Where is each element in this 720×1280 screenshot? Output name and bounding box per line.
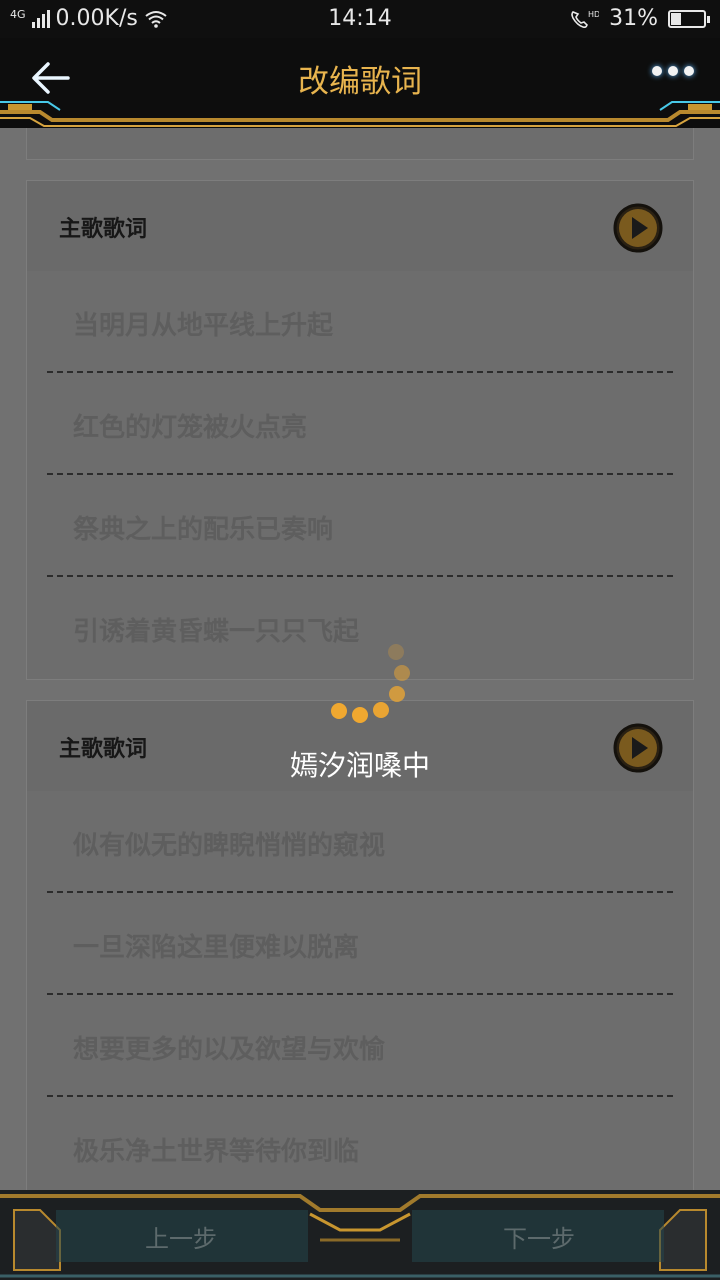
lyric-text: 当明月从地平线上升起 [73, 311, 334, 341]
lyric-line[interactable]: 极乐净土世界等待你到临 [47, 1097, 673, 1198]
lyrics-section-card: 主歌歌词 当明月从地平线上升起 红色的灯笼被火点亮 祭典之上的配乐已奏响 引诱着… [26, 180, 694, 680]
footer-nav: 上一步 下一步 [0, 1190, 720, 1280]
lyric-line[interactable]: 红色的灯笼被火点亮 [47, 373, 673, 475]
page-title: 改编歌词 [298, 64, 422, 100]
lyric-text: 一旦深陷这里便难以脱离 [73, 933, 360, 963]
hd-badge: HD [588, 10, 599, 19]
prev-step-button[interactable]: 上一步 [56, 1214, 306, 1258]
loading-text: 嫣汐润嗓中 [289, 749, 430, 782]
lyric-line[interactable]: 想要更多的以及欲望与欢愉 [47, 995, 673, 1097]
phone-hd-icon: HD [571, 10, 599, 28]
app-header: 改编歌词 [0, 38, 720, 128]
lyric-text: 想要更多的以及欲望与欢愉 [73, 1035, 386, 1065]
loading-spinner-icon [320, 640, 420, 730]
section-title: 主歌歌词 [59, 217, 148, 242]
battery-icon [668, 9, 710, 28]
lyric-line[interactable]: 祭典之上的配乐已奏响 [47, 475, 673, 577]
lyric-text: 引诱着黄昏蝶一只只飞起 [73, 617, 360, 647]
previous-card-stub [26, 128, 694, 160]
status-bar: 4G 0.00K/s 14:14 HD 31% [0, 0, 720, 38]
battery-fill [671, 12, 681, 25]
header-decoration [0, 101, 720, 127]
lyric-line[interactable]: 一旦深陷这里便难以脱离 [47, 893, 673, 995]
play-icon[interactable] [613, 203, 663, 253]
lyric-text: 极乐净土世界等待你到临 [73, 1137, 360, 1167]
lyric-line[interactable]: 似有似无的睥睨悄悄的窥视 [47, 791, 673, 893]
next-step-button[interactable]: 下一步 [414, 1214, 664, 1258]
more-dots-icon[interactable] [652, 66, 694, 76]
battery-percent: 31% [609, 6, 658, 31]
section-header: 主歌歌词 [27, 181, 693, 271]
lyric-text: 似有似无的睥睨悄悄的窥视 [73, 831, 386, 861]
lyric-line[interactable]: 当明月从地平线上升起 [47, 271, 673, 373]
lyric-text: 祭典之上的配乐已奏响 [73, 515, 334, 545]
status-right: HD 31% [569, 6, 710, 31]
lyric-text: 红色的灯笼被火点亮 [73, 413, 308, 443]
